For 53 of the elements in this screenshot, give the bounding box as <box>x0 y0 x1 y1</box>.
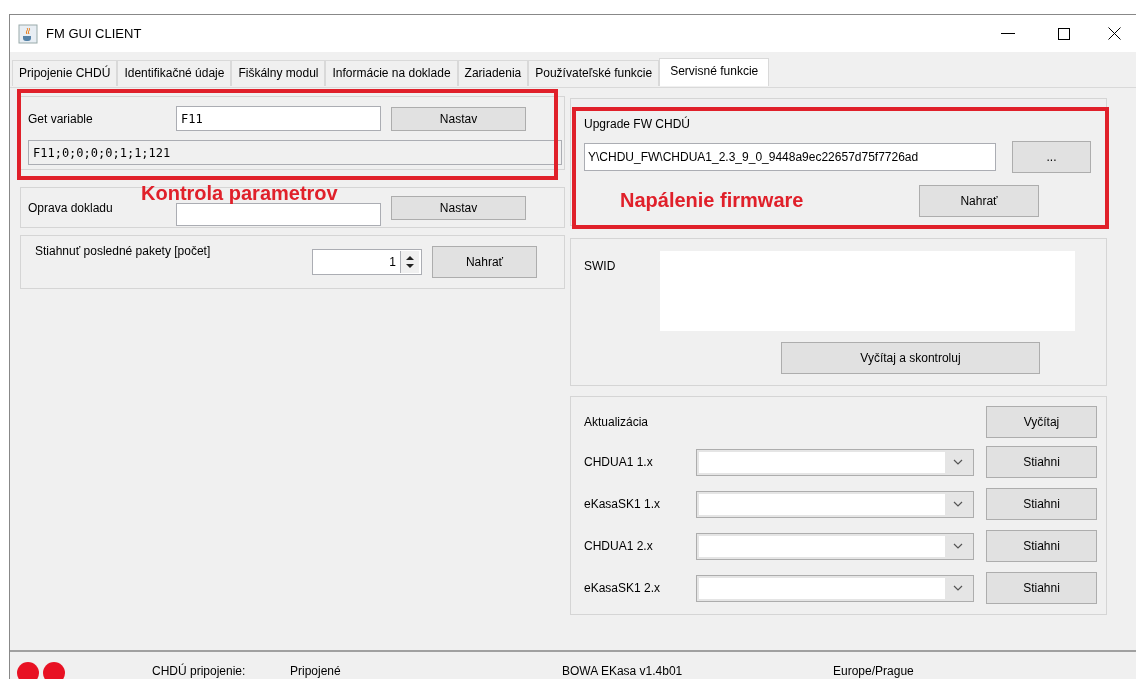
tab[interactable]: Informácie na doklade <box>325 60 458 86</box>
close-icon[interactable] <box>1107 27 1121 40</box>
tab[interactable]: Identifikačné údaje <box>117 60 232 86</box>
read-and-check-button[interactable]: Vyčítaj a skontroluj <box>781 342 1040 374</box>
status-label: CHDÚ pripojenie: <box>152 663 247 678</box>
field-label: CHDUA1 2.x <box>584 539 654 553</box>
number-spinner[interactable]: 1 <box>312 249 422 275</box>
dropdown[interactable] <box>696 448 974 476</box>
download-button[interactable]: Stiahni <box>986 572 1097 604</box>
set-button[interactable]: Nastav <box>391 195 526 220</box>
field-label: eKasaSK1 2.x <box>584 581 662 595</box>
annotation-text: Kontrola parametrov <box>141 185 338 202</box>
file-path-field[interactable]: Y\CHDU_FW\CHDUA1_2.3_9_0_9448a9ec22657d75f7726ad <box>584 143 996 171</box>
field-label: SWID <box>584 259 617 273</box>
download-button[interactable]: Stiahni <box>986 446 1097 478</box>
minimize-icon[interactable] <box>1001 32 1015 35</box>
window-title: FM GUI CLIENT <box>46 26 143 41</box>
read-button[interactable]: Vyčítaj <box>986 406 1097 438</box>
field-label: Get variable <box>28 111 94 126</box>
section-label: Upgrade FW CHDÚ <box>584 117 691 131</box>
download-button[interactable]: Stiahni <box>986 530 1097 562</box>
tab[interactable]: Používateľské funkcie <box>528 60 660 86</box>
annotation-text: Napálenie firmware <box>620 192 804 209</box>
dropdown[interactable] <box>696 490 974 518</box>
chevron-down-icon <box>953 501 963 507</box>
field-label: eKasaSK1 1.x <box>584 497 662 511</box>
connection-status: Pripojené <box>290 663 342 678</box>
field-label: CHDUA1 1.x <box>584 455 654 469</box>
upload-button[interactable]: Nahrať <box>432 246 537 278</box>
java-cup-icon <box>18 23 38 44</box>
timezone-text: Europe/Prague <box>833 663 914 678</box>
input-field[interactable]: F11 <box>176 106 381 131</box>
dropdown[interactable] <box>696 532 974 560</box>
set-button[interactable]: Nastav <box>391 106 526 131</box>
field-label: Stiahnuť posledné pakety [počet] <box>35 244 212 258</box>
tab[interactable]: Fiškálny modul <box>231 60 326 86</box>
section-label: Aktualizácia <box>584 415 650 429</box>
chevron-down-icon <box>953 459 963 465</box>
tab[interactable]: Servisné funkcie <box>659 58 770 86</box>
chevron-down-icon <box>953 585 963 591</box>
tab[interactable]: Pripojenie CHDÚ <box>12 60 118 86</box>
maximize-icon[interactable] <box>1058 27 1070 40</box>
tab[interactable]: Zariadenia <box>457 60 529 86</box>
result-field: F11;0;0;0;0;1;1;121 <box>28 140 562 165</box>
field-label: Oprava dokladu <box>28 200 114 215</box>
dropdown[interactable] <box>696 574 974 602</box>
download-button[interactable]: Stiahni <box>986 488 1097 520</box>
input-field[interactable] <box>176 203 381 226</box>
version-text: BOWA EKasa v1.4b01 <box>562 663 684 678</box>
browse-button[interactable]: ... <box>1012 141 1091 173</box>
chevron-down-icon <box>953 543 963 549</box>
spin-arrows-icon[interactable] <box>400 251 419 273</box>
upload-button[interactable]: Nahrať <box>919 185 1039 217</box>
